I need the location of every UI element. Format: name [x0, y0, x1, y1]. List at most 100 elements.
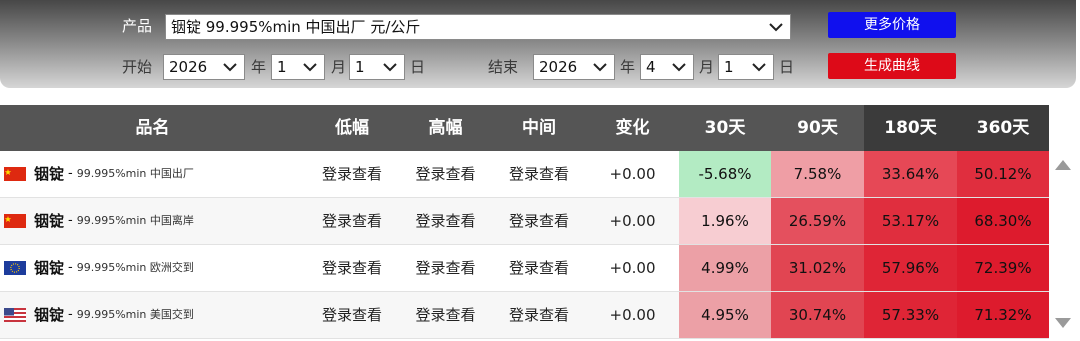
product-name-cell[interactable]: 铟锭 - 99.995%min 中国出厂	[0, 151, 305, 197]
start-month-select[interactable]: 1	[271, 54, 325, 80]
chevron-down-icon	[383, 63, 397, 72]
filter-panel: 产品 铟锭 99.995%min 中国出厂 元/公斤 更多价格 开始 2026 …	[0, 0, 1076, 88]
pct-180d-cell: 57.96%	[864, 245, 957, 291]
chevron-down-icon	[769, 23, 783, 32]
high-cell[interactable]: 登录查看	[399, 198, 492, 244]
mid-cell[interactable]: 登录查看	[492, 198, 586, 244]
start-day-unit: 日	[410, 58, 426, 76]
low-cell[interactable]: 登录查看	[305, 245, 399, 291]
end-day-select[interactable]: 1	[718, 54, 774, 80]
pct-180d-cell: 57.33%	[864, 292, 957, 338]
chevron-down-icon	[752, 63, 766, 72]
metal-name: 铟锭	[34, 165, 65, 183]
product-name-cell[interactable]: 铟锭 - 99.995%min 美国交到	[0, 292, 305, 338]
high-cell[interactable]: 登录查看	[399, 292, 492, 338]
product-spec: 99.995%min 美国交到	[76, 308, 194, 321]
start-year-unit: 年	[251, 58, 267, 76]
end-day-value: 1	[724, 58, 734, 76]
pct-90d-cell: 7.58%	[771, 151, 864, 197]
pct-180d-cell: 53.17%	[864, 198, 957, 244]
table-row: 铟锭 - 99.995%min 美国交到 登录查看 登录查看 登录查看 +0.0…	[0, 292, 1049, 339]
end-label: 结束	[488, 58, 519, 76]
chevron-down-icon	[303, 63, 317, 72]
pct-30d-cell: 4.99%	[679, 245, 771, 291]
start-day-value: 1	[355, 58, 365, 76]
low-cell[interactable]: 登录查看	[305, 151, 399, 197]
pct-30d-cell: -5.68%	[679, 151, 771, 197]
product-select-value: 铟锭 99.995%min 中国出厂 元/公斤	[171, 18, 421, 36]
metal-name: 铟锭	[34, 212, 65, 230]
china-flag-icon	[4, 214, 26, 228]
mid-cell[interactable]: 登录查看	[492, 151, 586, 197]
mid-cell[interactable]: 登录查看	[492, 245, 586, 291]
us-flag-icon	[4, 308, 26, 322]
product-select[interactable]: 铟锭 99.995%min 中国出厂 元/公斤	[165, 14, 791, 40]
column-header-30d: 30天	[704, 118, 746, 138]
end-day-unit: 日	[779, 58, 795, 76]
separator-dash: -	[68, 307, 73, 322]
pct-360d-cell: 71.32%	[957, 292, 1049, 338]
change-cell: +0.00	[609, 212, 656, 230]
product-label: 产品	[122, 17, 153, 35]
end-month-unit: 月	[699, 58, 715, 76]
table-row: 铟锭 - 99.995%min 中国离岸 登录查看 登录查看 登录查看 +0.0…	[0, 198, 1049, 245]
pct-90d-cell: 26.59%	[771, 198, 864, 244]
metal-name: 铟锭	[34, 259, 65, 277]
product-name-cell[interactable]: 铟锭 - 99.995%min 中国离岸	[0, 198, 305, 244]
end-year-value: 2026	[539, 58, 578, 76]
mid-cell[interactable]: 登录查看	[492, 292, 586, 338]
column-header-180d: 180天	[864, 105, 957, 151]
low-cell[interactable]: 登录查看	[305, 292, 399, 338]
separator-dash: -	[68, 213, 73, 228]
chevron-down-icon	[672, 63, 686, 72]
product-spec: 99.995%min 中国出厂	[76, 167, 194, 180]
column-header-90d: 90天	[797, 118, 838, 138]
pct-180d-cell: 33.64%	[864, 151, 957, 197]
generate-curve-button[interactable]: 生成曲线	[828, 53, 956, 79]
end-month-select[interactable]: 4	[640, 54, 694, 80]
separator-dash: -	[68, 260, 73, 275]
pct-90d-cell: 31.02%	[771, 245, 864, 291]
pct-360d-cell: 68.30%	[957, 198, 1049, 244]
table-row: 铟锭 - 99.995%min 中国出厂 登录查看 登录查看 登录查看 +0.0…	[0, 151, 1049, 198]
eu-flag-icon	[4, 261, 26, 275]
start-year-value: 2026	[169, 58, 208, 76]
column-header-name: 品名	[135, 118, 170, 138]
high-cell[interactable]: 登录查看	[399, 245, 492, 291]
end-year-unit: 年	[620, 58, 636, 76]
scroll-down-arrow-icon[interactable]	[1055, 318, 1071, 328]
metal-name: 铟锭	[34, 306, 65, 324]
end-month-value: 4	[646, 58, 656, 76]
end-year-select[interactable]: 2026	[533, 54, 615, 80]
more-prices-button[interactable]: 更多价格	[828, 12, 956, 38]
low-cell[interactable]: 登录查看	[305, 198, 399, 244]
column-header-high: 高幅	[428, 118, 463, 138]
product-name-cell[interactable]: 铟锭 - 99.995%min 欧洲交到	[0, 245, 305, 291]
chevron-down-icon	[223, 63, 237, 72]
table-row: 铟锭 - 99.995%min 欧洲交到 登录查看 登录查看 登录查看 +0.0…	[0, 245, 1049, 292]
column-header-change: 变化	[615, 118, 650, 138]
high-cell[interactable]: 登录查看	[399, 151, 492, 197]
start-month-unit: 月	[331, 58, 347, 76]
start-day-select[interactable]: 1	[349, 54, 405, 80]
separator-dash: -	[68, 166, 73, 181]
start-year-select[interactable]: 2026	[163, 54, 245, 80]
change-cell: +0.00	[609, 165, 656, 183]
start-month-value: 1	[277, 58, 287, 76]
table-header: 品名 低幅 高幅 中间 变化 30天 90天 180天 360天	[0, 105, 1049, 151]
column-header-low: 低幅	[335, 118, 369, 138]
pct-30d-cell: 4.95%	[679, 292, 771, 338]
china-flag-icon	[4, 167, 26, 181]
pct-30d-cell: 1.96%	[679, 198, 771, 244]
change-cell: +0.00	[609, 259, 656, 277]
pct-360d-cell: 50.12%	[957, 151, 1049, 197]
column-header-mid: 中间	[522, 118, 556, 138]
start-label: 开始	[122, 58, 153, 76]
column-header-360d: 360天	[957, 105, 1049, 151]
change-cell: +0.00	[609, 306, 656, 324]
pct-90d-cell: 30.74%	[771, 292, 864, 338]
product-spec: 99.995%min 中国离岸	[76, 214, 194, 227]
chevron-down-icon	[593, 63, 607, 72]
scroll-up-arrow-icon[interactable]	[1055, 160, 1071, 170]
pct-360d-cell: 72.39%	[957, 245, 1049, 291]
